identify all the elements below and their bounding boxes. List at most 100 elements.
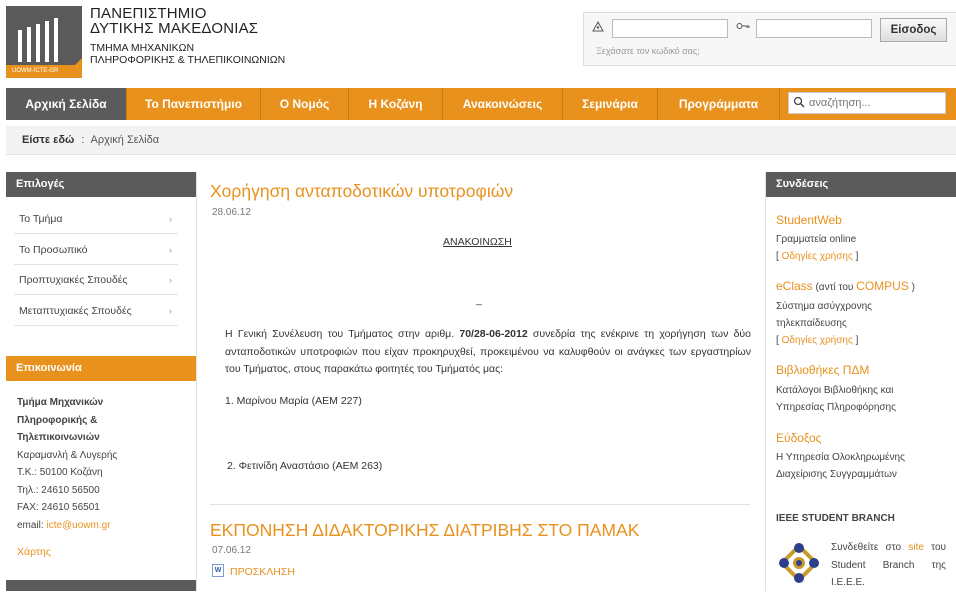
contact-address: Καραμανλή & Λυγερής [17, 449, 118, 461]
search-box [788, 92, 946, 114]
breadcrumb-current: Αρχική Σελίδα [90, 134, 160, 146]
libraries-link[interactable]: Βιβλιοθήκες ΠΔΜ [776, 363, 869, 377]
contact-postal: Τ.Κ.: 50100 Κοζάνη [17, 467, 103, 478]
department-name-line1: ΤΜΗΜΑ ΜΗΧΑΝΙΚΩΝ [90, 42, 195, 54]
eclass-guide-row: [ Οδηγίες χρήσης ] [776, 332, 858, 349]
contact-heading: Επικοινωνία [6, 356, 196, 381]
login-panel: Είσοδος Ξεχάσατε τον κωδικό σας; [583, 12, 956, 66]
eclass-description-line1: Σύστημα ασύγχρονης [776, 301, 872, 312]
forgot-password-link[interactable]: Ξεχάσατε τον κωδικό σας; [596, 46, 700, 56]
studentweb-link[interactable]: StudentWeb [776, 213, 842, 227]
post-divider [210, 504, 750, 505]
sidebar-item-undergraduate[interactable]: Προπτυχιακές Σπουδές › [14, 265, 178, 295]
sidebar-item-staff[interactable]: Το Προσωπικό › [14, 235, 178, 265]
logo-corner-accent [62, 58, 82, 78]
password-field[interactable] [756, 19, 872, 38]
sidebar-item-label: Το Προσωπικό [19, 244, 88, 256]
nav-item-prefecture[interactable]: Ο Νομός [261, 88, 349, 120]
department-name: ΤΜΗΜΑ ΜΗΧΑΝΙΚΩΝ ΠΛΗΡΟΦΟΡΙΚΗΣ & ΤΗΛΕΠΙΚΟΙ… [90, 42, 285, 66]
list-item: 2. Φετινίδη Αναστάσιο (ΑΕΜ 263) [227, 460, 383, 472]
chevron-right-icon: › [169, 275, 172, 285]
nav-item-seminars[interactable]: Σεμινάρια [563, 88, 658, 120]
logo-column [18, 30, 22, 62]
contact-name-line1: Τμήμα Μηχανικών [17, 397, 104, 408]
breadcrumb-separator: : [81, 134, 85, 146]
studentweb-guide-link[interactable]: Οδηγίες χρήσης [782, 251, 853, 262]
eclass-description-line2: τηλεκπαίδευσης [776, 318, 847, 329]
logo-column [27, 27, 31, 62]
eudoxus-description-line2: Διαχείρισης Συγγραμμάτων [776, 469, 897, 480]
sidebar-item-label: Προπτυχιακές Σπουδές [19, 274, 128, 286]
post-dash: _ [476, 294, 482, 306]
post-title[interactable]: ΕΚΠΟΝΗΣΗ ΔΙΔΑΚΤΟΡΙΚΗΣ ΔΙΑΤΡΙΒΗΣ ΣΤΟ ΠΑΜΑ… [210, 520, 639, 541]
contact-email-label: email: [17, 519, 44, 531]
nav-item-announcements[interactable]: Ανακοινώσεις [443, 88, 563, 120]
options-heading: Επιλογές [6, 172, 196, 197]
libraries-description-line1: Κατάλογοι Βιβλιοθήκης και [776, 385, 894, 396]
eudoxus-link[interactable]: Εύδοξος [776, 431, 821, 445]
search-input[interactable] [809, 94, 941, 112]
university-name-line2: ΔΥΤΙΚΗΣ ΜΑΚΕΔΟΝΙΑΣ [90, 20, 259, 37]
chevron-right-icon: › [169, 245, 172, 255]
logo-column [36, 24, 40, 62]
university-name: ΠΑΝΕΠΙΣΤΗΜΙΟ ΔΥΤΙΚΗΣ ΜΑΚΕΔΟΝΙΑΣ [90, 6, 258, 36]
key-icon [736, 21, 750, 34]
map-link[interactable]: Χάρτης [17, 546, 51, 558]
bracket: ] [852, 335, 859, 346]
sidebar-item-label: Το Τμήμα [19, 213, 63, 225]
sidebar-divider [196, 172, 197, 591]
ieee-branch-logo[interactable] [776, 540, 822, 586]
announcement-label: ΑΝΑΚΟΙΝΩΣΗ [443, 236, 512, 248]
bracket: ] [852, 251, 859, 262]
contact-name-line2: Πληροφορικής & [17, 414, 98, 426]
login-button[interactable]: Είσοδος [880, 18, 947, 42]
studentweb-guide-row: [ Οδηγίες χρήσης ] [776, 248, 858, 265]
breadcrumb-prefix: Είστε εδώ [22, 134, 75, 146]
post-date: 28.06.12 [212, 207, 251, 218]
nav-item-programs[interactable]: Προγράμματα [658, 88, 780, 120]
nav-item-home[interactable]: Αρχική Σελίδα [6, 88, 127, 120]
contact-email-row: email: icte@uowm.gr [17, 517, 187, 535]
ieee-text: Συνδεθείτε στο [831, 542, 909, 553]
contact-email-link[interactable]: icte@uowm.gr [46, 520, 110, 531]
attachment-link[interactable]: ΠΡΟΣΚΛΗΣΗ [230, 566, 295, 578]
sidebar-item-postgraduate[interactable]: Μεταπτυχιακές Σπουδές › [14, 296, 178, 326]
sidebar-section-header [6, 580, 196, 591]
eclass-guide-link[interactable]: Οδηγίες χρήσης [782, 335, 853, 346]
eclass-row: eClass (αντί του COMPUS ) [776, 278, 915, 296]
post-paragraph-text: Η Γενική Συνέλευση του Τμήματος στην αρι… [225, 328, 460, 340]
main-navigation: Αρχική Σελίδα Το Πανεπιστήμιο Ο Νομός Η … [6, 88, 956, 120]
eclass-note: (αντί του [812, 282, 857, 293]
user-icon [592, 20, 604, 36]
logo-column [45, 21, 49, 62]
logo-column [54, 18, 58, 62]
university-name-line1: ΠΑΝΕΠΙΣΤΗΜΙΟ [90, 5, 207, 22]
contact-name-line3: Τηλεπικοινωνιών [17, 432, 100, 443]
list-item: 1. Μαρίνου Μαρία (ΑΕΜ 227) [225, 395, 362, 407]
contact-info: Τμήμα Μηχανικών Πληροφορικής & Τηλεπικοι… [17, 394, 187, 534]
sidebar-item-department[interactable]: Το Τμήμα › [14, 204, 178, 234]
username-field[interactable] [612, 19, 728, 38]
department-name-line2: ΠΛΗΡΟΦΟΡΙΚΗΣ & ΤΗΛΕΠΙΚΟΙΝΩΝΙΩΝ [90, 54, 286, 66]
compus-link[interactable]: COMPUS [856, 279, 909, 293]
ieee-site-link[interactable]: site [908, 542, 924, 553]
eclass-link[interactable]: eClass [776, 279, 813, 293]
nav-item-kozani[interactable]: Η Κοζάνη [349, 88, 443, 120]
sidebar-divider [765, 172, 766, 591]
contact-phone: Τηλ.: 24610 56500 [17, 484, 100, 496]
sidebar-item-label: Μεταπτυχιακές Σπουδές [19, 305, 132, 317]
breadcrumb: Είστε εδώ : Αρχική Σελίδα [6, 126, 956, 155]
nav-item-university[interactable]: Το Πανεπιστήμιο [127, 88, 261, 120]
chevron-right-icon: › [169, 306, 172, 316]
post-paragraph: Η Γενική Συνέλευση του Τμήματος στην αρι… [225, 326, 751, 379]
post-title[interactable]: Χορήγηση ανταποδοτικών υποτροφιών [210, 181, 513, 202]
post-date: 07.06.12 [212, 545, 251, 556]
chevron-right-icon: › [169, 214, 172, 224]
eudoxus-description-line1: Η Υπηρεσία Ολοκληρωμένης [776, 452, 905, 463]
links-heading: Συνδέσεις [766, 172, 956, 197]
ieee-heading: IEEE STUDENT BRANCH [776, 513, 895, 524]
ieee-description: Συνδεθείτε στο site του Student Branch τ… [831, 539, 946, 592]
contact-fax: FAX: 24610 56501 [17, 502, 100, 513]
search-icon [793, 96, 805, 111]
studentweb-description: Γραμματεία online [776, 234, 857, 245]
